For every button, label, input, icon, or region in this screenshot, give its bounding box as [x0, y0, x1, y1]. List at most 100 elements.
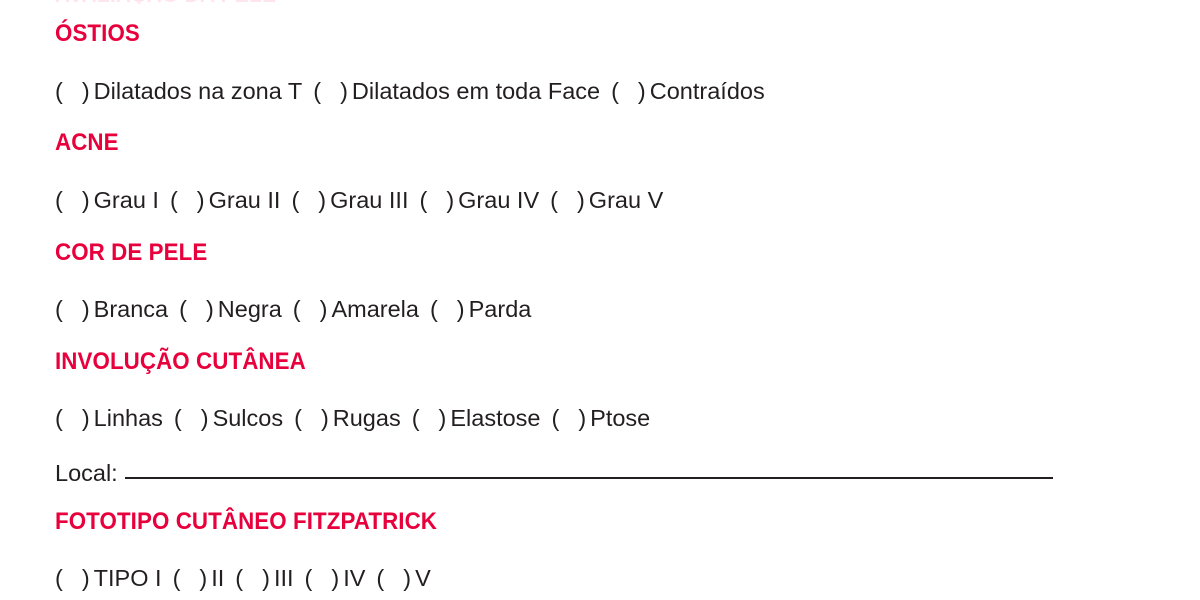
- option-label: Grau III: [330, 187, 409, 213]
- checkbox-paren-close[interactable]: ): [82, 405, 90, 431]
- section-heading-cor-de-pele: COR DE PELE: [55, 239, 208, 266]
- option-involucao-3[interactable]: () Elastose: [412, 405, 541, 431]
- checkbox-paren-open[interactable]: (: [420, 187, 428, 213]
- section-heading-acne: ACNE: [55, 129, 119, 156]
- checkbox-paren-open[interactable]: (: [173, 565, 181, 591]
- option-label: Ptose: [590, 405, 651, 431]
- checkbox-paren-open[interactable]: (: [55, 565, 63, 591]
- option-label: Grau V: [588, 187, 664, 213]
- option-label: Grau II: [208, 187, 281, 213]
- checkbox-paren-open[interactable]: (: [412, 405, 420, 431]
- checkbox-paren-open[interactable]: (: [55, 405, 63, 431]
- section-acne: ACNE: [55, 131, 123, 155]
- checkbox-paren-close[interactable]: ): [577, 187, 585, 213]
- option-label: Amarela: [331, 296, 419, 322]
- checkbox-paren-close[interactable]: ): [457, 296, 465, 322]
- checkbox-paren-close[interactable]: ): [321, 405, 329, 431]
- checkbox-paren-open[interactable]: (: [174, 405, 182, 431]
- checkbox-paren-open[interactable]: (: [170, 187, 178, 213]
- option-label: V: [415, 565, 431, 591]
- section-fototipo: FOTOTIPO CUTÂNEO FITZPATRICK: [55, 510, 466, 534]
- option-cor-de-pele-2[interactable]: () Amarela: [293, 296, 419, 322]
- checkbox-paren-close[interactable]: ): [439, 405, 447, 431]
- option-ostios-2[interactable]: () Contraídos: [611, 78, 765, 104]
- option-cor-de-pele-0[interactable]: () Branca: [55, 296, 168, 322]
- option-ostios-0[interactable]: () Dilatados na zona T: [55, 78, 302, 104]
- option-label: Grau I: [93, 187, 159, 213]
- checkbox-paren-open[interactable]: (: [293, 296, 301, 322]
- option-fototipo-0[interactable]: () TIPO I: [55, 565, 162, 591]
- checkbox-paren-open[interactable]: (: [430, 296, 438, 322]
- checkbox-paren-open[interactable]: (: [552, 405, 560, 431]
- option-label: Grau IV: [458, 187, 540, 213]
- local-label: Local:: [55, 460, 118, 486]
- checkbox-paren-close[interactable]: ): [206, 296, 214, 322]
- local-input-rule[interactable]: [124, 477, 1053, 479]
- checkbox-paren-close[interactable]: ): [446, 187, 454, 213]
- checkbox-paren-open[interactable]: (: [55, 296, 63, 322]
- checkbox-paren-close[interactable]: ): [82, 78, 90, 104]
- checkbox-paren-open[interactable]: (: [235, 565, 243, 591]
- option-involucao-4[interactable]: () Ptose: [552, 405, 651, 431]
- checkbox-paren-open[interactable]: (: [611, 78, 619, 104]
- option-label: Parda: [468, 296, 532, 322]
- options-ostios: () Dilatados na zona T() Dilatados em toda…: [55, 78, 765, 104]
- option-involucao-2[interactable]: () Rugas: [294, 405, 401, 431]
- checkbox-paren-close[interactable]: ): [578, 405, 586, 431]
- option-involucao-0[interactable]: () Linhas: [55, 405, 163, 431]
- option-label: Rugas: [332, 405, 401, 431]
- option-label: Negra: [217, 296, 282, 322]
- checkbox-paren-close[interactable]: ): [331, 565, 339, 591]
- checkbox-paren-close[interactable]: ): [318, 187, 326, 213]
- clipped-top-line: AVALIAÇÃO DA PELE: [55, 0, 276, 4]
- section-heading-fototipo: FOTOTIPO CUTÂNEO FITZPATRICK: [55, 508, 438, 535]
- checkbox-paren-open[interactable]: (: [313, 78, 321, 104]
- checkbox-paren-close[interactable]: ): [82, 565, 90, 591]
- option-label: IV: [343, 565, 366, 591]
- checkbox-paren-close[interactable]: ): [403, 565, 411, 591]
- option-involucao-1[interactable]: () Sulcos: [174, 405, 283, 431]
- option-label: Linhas: [93, 405, 163, 431]
- option-fototipo-1[interactable]: () II: [173, 565, 225, 591]
- form-page: AVALIAÇÃO DA PELE ÓSTIOS ()Dilatados na …: [0, 0, 1200, 600]
- checkbox-paren-close[interactable]: ): [262, 565, 270, 591]
- option-fototipo-3[interactable]: () IV: [305, 565, 366, 591]
- option-acne-1[interactable]: () Grau II: [170, 187, 281, 213]
- checkbox-paren-open[interactable]: (: [294, 405, 302, 431]
- option-acne-2[interactable]: () Grau III: [291, 187, 408, 213]
- checkbox-paren-open[interactable]: (: [179, 296, 187, 322]
- option-label: III: [273, 565, 294, 591]
- checkbox-paren-close[interactable]: ): [638, 78, 646, 104]
- option-label: TIPO I: [93, 565, 162, 591]
- options-acne: () Grau I() Grau II() Grau III() Grau IV() Gr…: [55, 187, 663, 213]
- checkbox-paren-open[interactable]: (: [305, 565, 313, 591]
- option-fototipo-4[interactable]: () V: [376, 565, 430, 591]
- checkbox-paren-open[interactable]: (: [550, 187, 558, 213]
- local-field-row: Local:: [55, 460, 1053, 486]
- option-acne-0[interactable]: () Grau I: [55, 187, 159, 213]
- options-fototipo: () TIPO I() II() III() IV() V: [55, 565, 431, 591]
- option-ostios-1[interactable]: () Dilatados em toda Face: [313, 78, 600, 104]
- checkbox-paren-close[interactable]: ): [340, 78, 348, 104]
- checkbox-paren-close[interactable]: ): [82, 187, 90, 213]
- checkbox-paren-open[interactable]: (: [55, 78, 63, 104]
- option-label: Contraídos: [649, 78, 765, 104]
- checkbox-paren-open[interactable]: (: [291, 187, 299, 213]
- option-acne-4[interactable]: () Grau V: [550, 187, 663, 213]
- option-cor-de-pele-1[interactable]: () Negra: [179, 296, 282, 322]
- option-label: II: [211, 565, 225, 591]
- option-label: Dilatados na zona T: [93, 78, 303, 104]
- checkbox-paren-close[interactable]: ): [199, 565, 207, 591]
- section-involucao-cutanea: INVOLUÇÃO CUTÂNEA: [55, 350, 325, 374]
- checkbox-paren-open[interactable]: (: [376, 565, 384, 591]
- option-label: Dilatados em toda Face: [351, 78, 601, 104]
- option-acne-3[interactable]: () Grau IV: [420, 187, 540, 213]
- option-label: Sulcos: [212, 405, 284, 431]
- checkbox-paren-close[interactable]: ): [197, 187, 205, 213]
- checkbox-paren-close[interactable]: ): [82, 296, 90, 322]
- checkbox-paren-close[interactable]: ): [201, 405, 209, 431]
- checkbox-paren-close[interactable]: ): [320, 296, 328, 322]
- checkbox-paren-open[interactable]: (: [55, 187, 63, 213]
- option-fototipo-2[interactable]: () III: [235, 565, 293, 591]
- option-cor-de-pele-3[interactable]: () Parda: [430, 296, 531, 322]
